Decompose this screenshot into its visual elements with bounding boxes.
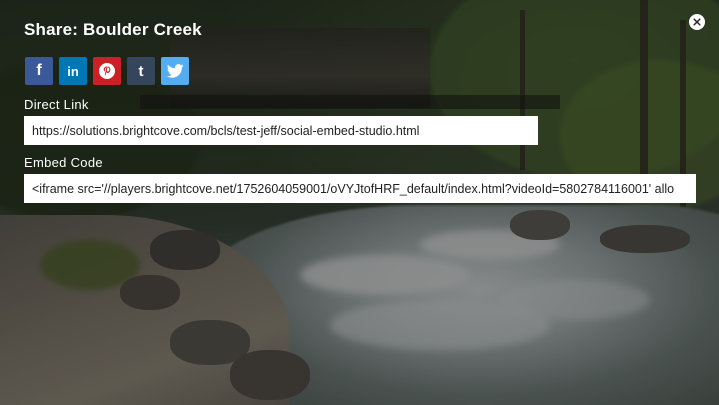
- direct-link-field[interactable]: [24, 116, 538, 145]
- tumblr-icon: t: [138, 62, 144, 80]
- share-title: Share: Boulder Creek: [24, 20, 202, 39]
- close-icon: [693, 18, 701, 26]
- twitter-icon: [166, 64, 184, 78]
- linkedin-share-button[interactable]: in: [59, 57, 87, 85]
- social-share-buttons: f in t: [25, 57, 189, 85]
- pinterest-share-button[interactable]: [93, 57, 121, 85]
- direct-link-label: Direct Link: [24, 97, 89, 112]
- embed-code-field[interactable]: [24, 174, 696, 203]
- embed-code-label: Embed Code: [24, 155, 103, 170]
- twitter-share-button[interactable]: [161, 57, 189, 85]
- tumblr-share-button[interactable]: t: [127, 57, 155, 85]
- pinterest-icon: [99, 63, 115, 79]
- close-button[interactable]: [689, 14, 705, 30]
- facebook-icon: f: [36, 62, 42, 79]
- facebook-share-button[interactable]: f: [25, 57, 53, 85]
- linkedin-icon: in: [67, 63, 79, 79]
